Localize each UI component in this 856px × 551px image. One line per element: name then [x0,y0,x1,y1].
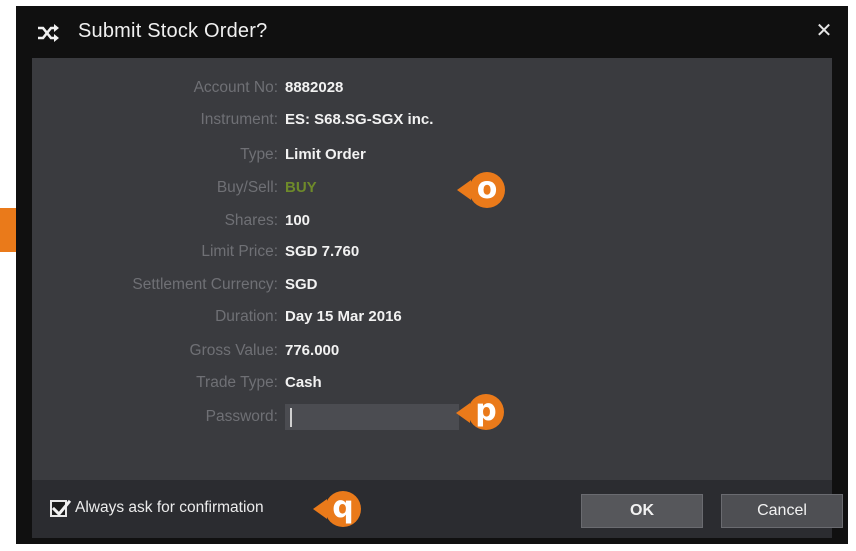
order-details-panel: Account No: 8882028 Instrument: ES: S68.… [32,58,832,480]
row-duration: Duration: Day 15 Mar 2016 [32,304,832,330]
buy-sell-value: BUY [285,179,317,196]
account-no-label: Account No: [193,79,278,96]
dialog-footer: Always ask for confirmation OK Cancel [32,480,843,538]
callout-q-badge: q [325,491,361,527]
settlement-currency-label: Settlement Currency: [132,276,278,293]
trade-type-label: Trade Type: [196,374,278,391]
row-shares: Shares: 100 [32,208,832,234]
password-input[interactable] [285,404,459,430]
callout-o-badge: o [469,172,505,208]
row-account-no: Account No: 8882028 [32,75,832,101]
callout-p-badge: p [468,394,504,430]
text-caret [290,408,292,427]
instrument-value: ES: S68.SG-SGX inc. [285,111,434,128]
submit-order-dialog: Submit Stock Order? ✕ Account No: 888202… [16,6,848,544]
gross-value-label: Gross Value: [189,342,278,359]
confirm-checkbox[interactable] [50,499,72,517]
limit-price-label: Limit Price: [201,243,278,260]
row-limit-price: Limit Price: SGD 7.760 [32,239,832,265]
settlement-currency-value: SGD [285,276,318,293]
ok-button[interactable]: OK [581,494,703,528]
cancel-button[interactable]: Cancel [721,494,843,528]
instrument-label: Instrument: [200,111,278,128]
title-bar: Submit Stock Order? ✕ [16,6,848,58]
account-no-value: 8882028 [285,79,344,96]
duration-value: Day 15 Mar 2016 [285,308,402,325]
row-settlement-currency: Settlement Currency: SGD [32,272,832,298]
type-label: Type: [240,146,278,163]
duration-label: Duration: [215,308,278,325]
buy-sell-label: Buy/Sell: [216,179,278,196]
row-gross-value: Gross Value: 776.000 [32,338,832,364]
row-trade-type: Trade Type: Cash [32,370,832,396]
shuffle-icon [36,23,60,43]
checkmark-icon [51,499,72,517]
confirm-checkbox-label[interactable]: Always ask for confirmation [75,499,264,517]
row-buy-sell: Buy/Sell: BUY [32,175,832,201]
trade-type-value: Cash [285,374,322,391]
limit-price-value: SGD 7.760 [285,243,360,260]
shares-label: Shares: [224,212,278,229]
row-instrument: Instrument: ES: S68.SG-SGX inc. [32,107,832,133]
close-icon[interactable]: ✕ [813,20,835,42]
password-label: Password: [205,408,278,425]
row-type: Type: Limit Order [32,142,832,168]
dialog-title: Submit Stock Order? [78,20,268,42]
gross-value-value: 776.000 [285,342,340,359]
type-value: Limit Order [285,146,366,163]
shares-value: 100 [285,212,311,229]
row-password: Password: [32,404,832,430]
